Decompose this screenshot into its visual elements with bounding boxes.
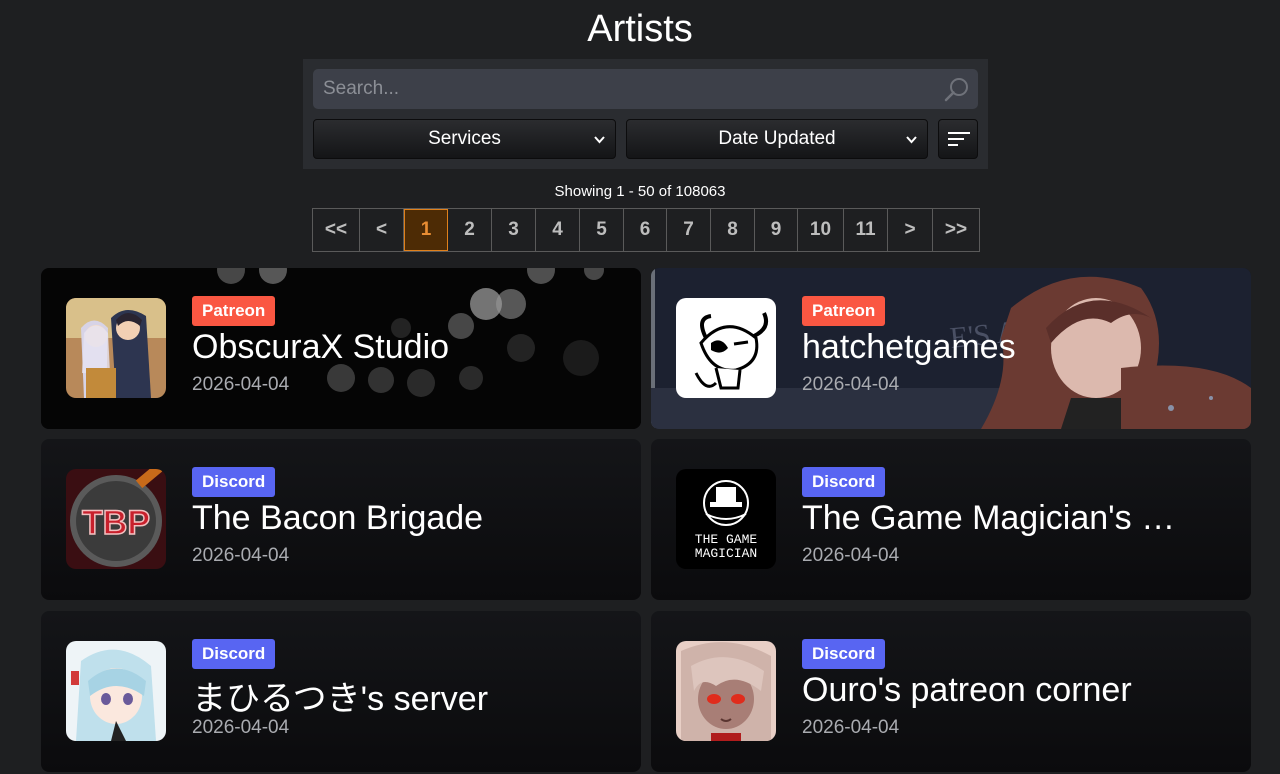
- anime-girl-avatar-icon: [66, 641, 166, 741]
- search-icon[interactable]: [944, 76, 970, 102]
- page-title: Artists: [587, 8, 693, 50]
- search-panel: Services Date Updated: [303, 59, 988, 169]
- next-page-button[interactable]: >: [888, 209, 933, 251]
- artist-name[interactable]: hatchetgames: [802, 328, 1222, 367]
- page-button-3[interactable]: 3: [492, 209, 536, 251]
- services-select-value: Services: [428, 128, 501, 149]
- chevron-down-icon: [594, 136, 605, 144]
- page-button-9[interactable]: 9: [755, 209, 798, 251]
- page-button-10[interactable]: 10: [798, 209, 844, 251]
- artist-card[interactable]: E'S ACADEMY Patreon hatchetgames 2026-04…: [651, 268, 1251, 429]
- search-box[interactable]: [313, 69, 978, 109]
- page-button-2[interactable]: 2: [448, 209, 492, 251]
- pagination: << < 1 2 3 4 5 6 7 8 9 10 11 > >>: [312, 208, 980, 252]
- red-eyed-girl-avatar-icon: [676, 641, 776, 741]
- artist-name[interactable]: The Game Magician's …: [802, 499, 1222, 538]
- artist-updated-date: 2026-04-04: [802, 717, 900, 738]
- artist-updated-date: 2026-04-04: [192, 717, 290, 738]
- svg-text:TBP: TBP: [82, 504, 150, 542]
- artist-updated-date: 2026-04-04: [192, 545, 290, 566]
- artist-updated-date: 2026-04-04: [802, 374, 900, 395]
- artist-name[interactable]: The Bacon Brigade: [192, 499, 612, 538]
- artist-updated-date: 2026-04-04: [802, 545, 900, 566]
- artist-card[interactable]: Discord Ouro's patreon corner 2026-04-04: [651, 611, 1251, 772]
- sort-by-select-value: Date Updated: [718, 128, 836, 149]
- page-button-6[interactable]: 6: [624, 209, 667, 251]
- service-badge-discord: Discord: [802, 467, 886, 497]
- artist-card[interactable]: Patreon ObscuraX Studio 2026-04-04: [41, 268, 641, 429]
- service-badge-discord: Discord: [192, 639, 276, 669]
- page-button-4[interactable]: 4: [536, 209, 580, 251]
- page-button-5[interactable]: 5: [580, 209, 624, 251]
- artist-name[interactable]: Ouro's patreon corner: [802, 671, 1222, 710]
- search-input[interactable]: [313, 69, 933, 109]
- page-button-7[interactable]: 7: [667, 209, 711, 251]
- cartoon-demon-avatar-icon: [676, 298, 776, 398]
- service-badge-discord: Discord: [802, 639, 886, 669]
- artist-card[interactable]: TBP Discord The Bacon Brigade 2026-04-04: [41, 439, 641, 600]
- services-select[interactable]: Services: [313, 119, 616, 159]
- sort-lines-icon: [948, 132, 970, 134]
- anime-couple-avatar-icon: [66, 298, 166, 398]
- svg-text:THE GAME: THE GAME: [695, 532, 758, 547]
- chevron-down-icon: [906, 136, 917, 144]
- tbp-logo-avatar-icon: TBP: [66, 469, 166, 569]
- service-badge-patreon: Patreon: [192, 296, 276, 326]
- game-magician-logo-icon: THE GAME MAGICIAN: [676, 469, 776, 569]
- service-badge-discord: Discord: [192, 467, 276, 497]
- sort-by-select[interactable]: Date Updated: [626, 119, 928, 159]
- prev-page-button[interactable]: <: [360, 209, 404, 251]
- page-button-1[interactable]: 1: [404, 209, 448, 251]
- service-badge-patreon: Patreon: [802, 296, 886, 326]
- first-page-button[interactable]: <<: [313, 209, 360, 251]
- artist-name[interactable]: まひるつき's server: [192, 671, 612, 720]
- results-count: Showing 1 - 50 of 108063: [554, 183, 726, 200]
- page-button-8[interactable]: 8: [711, 209, 755, 251]
- last-page-button[interactable]: >>: [933, 209, 979, 251]
- artist-name[interactable]: ObscuraX Studio: [192, 328, 612, 367]
- page-button-11[interactable]: 11: [844, 209, 888, 251]
- sort-order-button[interactable]: [938, 119, 978, 159]
- svg-text:MAGICIAN: MAGICIAN: [695, 546, 757, 561]
- artist-card[interactable]: Discord まひるつき's server 2026-04-04: [41, 611, 641, 772]
- artist-card[interactable]: THE GAME MAGICIAN Discord The Game Magic…: [651, 439, 1251, 600]
- artist-updated-date: 2026-04-04: [192, 374, 290, 395]
